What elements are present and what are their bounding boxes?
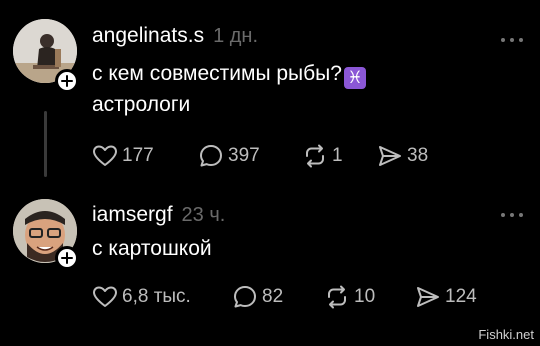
post-text-line: с картошкой	[92, 237, 212, 260]
watermark: Fishki.net	[478, 327, 534, 342]
post-actions: 6,8 тыс. 82 10 124	[92, 284, 477, 310]
like-count: 6,8 тыс.	[122, 286, 191, 307]
post-text: с картошкой	[92, 233, 212, 264]
heart-icon	[93, 286, 117, 307]
share-count: 38	[407, 145, 429, 166]
comment-count: 397	[228, 145, 260, 166]
repost-count: 1	[332, 145, 343, 166]
post-header: iamsergf 23 ч.	[92, 203, 225, 227]
post: iamsergf 23 ч. с картошкой 6,8 тыс. 82 1…	[0, 196, 540, 346]
follow-plus-button[interactable]	[55, 246, 79, 270]
follow-plus-button[interactable]	[55, 69, 79, 93]
username[interactable]: iamsergf	[92, 203, 173, 227]
like-button[interactable]: 177	[92, 143, 198, 169]
repost-count: 10	[354, 286, 376, 307]
repost-button[interactable]: 1	[302, 143, 377, 169]
comment-button[interactable]: 397	[198, 143, 302, 169]
post: angelinats.s 1 дн. с кем совместимы рыбы…	[0, 0, 540, 196]
share-button[interactable]: 38	[377, 143, 428, 169]
thread-line	[44, 111, 47, 177]
more-options-icon[interactable]	[501, 37, 523, 43]
send-icon	[417, 287, 439, 307]
repost-button[interactable]: 10	[324, 284, 415, 310]
send-icon	[379, 146, 401, 166]
like-button[interactable]: 6,8 тыс.	[92, 284, 232, 310]
more-options-icon[interactable]	[501, 212, 523, 218]
post-header: angelinats.s 1 дн.	[92, 24, 258, 48]
comment-button[interactable]: 82	[232, 284, 324, 310]
like-count: 177	[122, 145, 154, 166]
comment-icon	[200, 145, 222, 167]
username[interactable]: angelinats.s	[92, 24, 204, 48]
pisces-emoji: ♓	[343, 67, 366, 89]
post-actions: 177 397 1 38	[92, 143, 428, 169]
repost-icon	[328, 285, 346, 309]
comment-icon	[234, 286, 256, 308]
repost-icon	[306, 144, 324, 168]
timestamp: 1 дн.	[213, 25, 259, 47]
plus-icon	[61, 252, 73, 264]
share-button[interactable]: 124	[415, 284, 477, 310]
plus-icon	[61, 75, 73, 87]
post-text-line: с кем совместимы рыбы?	[92, 62, 342, 85]
post-text: с кем совместимы рыбы? ♓ астрологи	[92, 58, 366, 120]
timestamp: 23 ч.	[181, 204, 226, 226]
share-count: 124	[445, 286, 477, 307]
comment-count: 82	[262, 286, 284, 307]
post-text-line: астрологи	[92, 93, 191, 116]
heart-icon	[93, 145, 117, 166]
